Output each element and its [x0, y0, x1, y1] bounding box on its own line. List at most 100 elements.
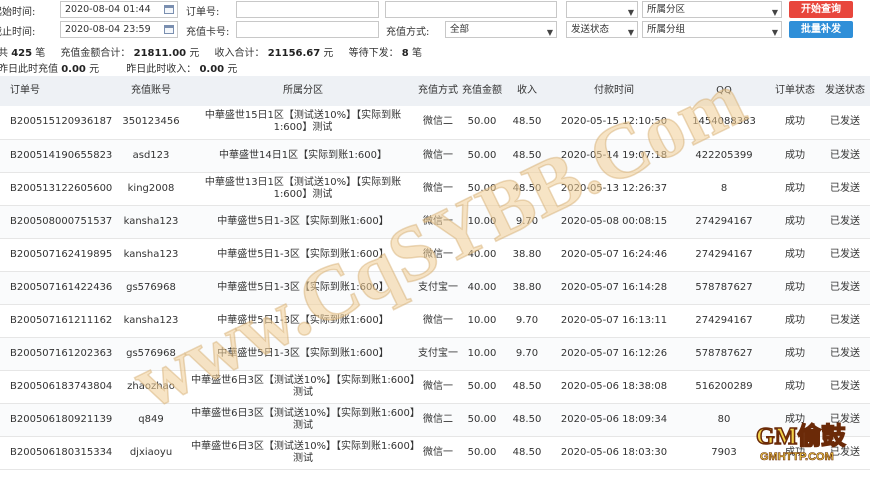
order-status-link[interactable]: 成功 [770, 304, 820, 338]
order-status-link[interactable]: 成功 [770, 205, 820, 239]
send-status-value: 发送状态 [571, 24, 610, 35]
method-cell: 微信一 [416, 370, 460, 404]
table-row[interactable]: B200515120936187 350123456 中華盛世15日1区【测试送10… [0, 106, 870, 140]
table-row[interactable]: B200513122605600 king2008 中華盛世13日1区【测试送10%… [0, 172, 870, 206]
zone-cell: 中華盛世6日3区【测试送10%】【实际到账1:600】测试 [190, 370, 416, 404]
order-status-link[interactable]: 成功 [770, 172, 820, 206]
order-status-link[interactable]: 成功 [770, 238, 820, 272]
amount-cell: 50.00 [460, 172, 504, 206]
method-cell: 支付宝一 [416, 271, 460, 305]
pay-time-cell: 2020-05-15 12:10:50 [550, 106, 678, 140]
qq-cell: 422205399 [678, 139, 770, 173]
income-cell: 48.50 [504, 106, 550, 140]
zone-cell: 中華盛世5日1-3区【实际到账1:600】 [190, 238, 416, 272]
pay-time-cell: 2020-05-06 18:38:08 [550, 370, 678, 404]
column-header: 发送状态 [820, 76, 870, 106]
account-cell: asd123 [112, 139, 190, 173]
order-status-link[interactable]: 成功 [770, 370, 820, 404]
zone-cell: 中華盛世5日1-3区【实际到账1:600】 [190, 337, 416, 371]
table-row[interactable]: B200507161422436 gs576968 中華盛世5日1-3区【实际到账1… [0, 271, 870, 305]
order-no-cell: B200513122605600 [0, 172, 112, 206]
order-no-cell: B200514190655823 [0, 139, 112, 173]
send-status-cell: 已发送 [820, 172, 870, 206]
zone-cell: 中華盛世14日1区【实际到账1:600】 [190, 139, 416, 173]
table-row[interactable]: B200507161211162 kansha123 中華盛世5日1-3区【实际到账… [0, 304, 870, 338]
amount-unit: 元 [189, 48, 200, 59]
income-cell: 38.80 [504, 271, 550, 305]
table-row[interactable]: B200506183743804 zhaozhao 中華盛世6日3区【测试送10%】… [0, 370, 870, 404]
calendar-icon[interactable] [164, 25, 174, 34]
method-cell: 微信二 [416, 106, 460, 140]
order-status-link[interactable]: 成功 [770, 139, 820, 173]
amount-cell: 10.00 [460, 304, 504, 338]
column-header: 所属分区 [190, 76, 416, 106]
zone-cell: 中華盛世6日3区【测试送10%】【实际到账1:600】测试 [190, 436, 416, 470]
total-unit: 笔 [35, 48, 46, 59]
end-time-input[interactable]: 2020-08-04 23:59 [60, 21, 178, 38]
order-no-label: 订单号: [186, 7, 220, 18]
calendar-icon[interactable] [164, 5, 174, 14]
zone-cell: 中華盛世5日1-3区【实际到账1:600】 [190, 304, 416, 338]
method-cell: 微信一 [416, 238, 460, 272]
order-no-cell: B200506180921139 [0, 403, 112, 437]
amount-cell: 50.00 [460, 403, 504, 437]
pay-time-cell: 2020-05-06 18:09:34 [550, 403, 678, 437]
income-label: 收入合计： [214, 48, 265, 59]
income-cell: 38.80 [504, 238, 550, 272]
order-status-link[interactable]: 成功 [770, 337, 820, 371]
qq-cell: 8 [678, 172, 770, 206]
send-status-cell: 已发送 [820, 139, 870, 173]
table-header-row: 订单号 充值账号 所属分区 充值方式 充值金额 收入 付款时间 QQ 订单状态 发送状态 [0, 76, 870, 106]
total-label: 共 [0, 48, 8, 59]
amount-cell: 50.00 [460, 370, 504, 404]
chevron-down-icon: ▼ [771, 8, 778, 17]
qq-cell: 274294167 [678, 238, 770, 272]
table-row[interactable]: B200514190655823 asd123 中華盛世14日1区【实际到账1:60… [0, 139, 870, 173]
chevron-down-icon: ▼ [627, 8, 634, 17]
income-cell: 48.50 [504, 139, 550, 173]
pay-time-cell: 2020-05-07 16:12:26 [550, 337, 678, 371]
order-status-link[interactable]: 成功 [770, 271, 820, 305]
start-time-input[interactable]: 2020-08-04 01:44 [60, 1, 178, 18]
table-row[interactable]: B200507161202363 gs576968 中華盛世5日1-3区【实际到账1… [0, 337, 870, 371]
method-select-value: 全部 [450, 24, 470, 35]
method-select[interactable]: 全部 ▼ [445, 21, 557, 38]
send-status-select[interactable]: 发送状态 ▼ [566, 21, 638, 38]
order-no-cell: B200506180315334 [0, 436, 112, 470]
table-row[interactable]: B200508000751537 kansha123 中華盛世5日1-3区【实际到账… [0, 205, 870, 239]
total-count: 425 [11, 48, 33, 59]
summary-line-2: 昨日此时充值 0.00 元 昨日此时收入： 0.00 元 [0, 60, 237, 75]
table-row[interactable]: B200506180921139 q849 中華盛世6日3区【测试送10%】【实际到… [0, 403, 870, 437]
pending-unit: 笔 [411, 48, 422, 59]
table-row[interactable]: B200506180315334 djxiaoyu 中華盛世6日3区【测试送10%】… [0, 436, 870, 470]
group-select-value: 所属分组 [647, 24, 686, 35]
order-status-link[interactable]: 成功 [770, 106, 820, 140]
chevron-down-icon: ▼ [627, 28, 634, 37]
account-cell: gs576968 [112, 271, 190, 305]
table-row[interactable]: B200507162419895 kansha123 中華盛世5日1-3区【实际到账… [0, 238, 870, 272]
column-header: 收入 [504, 76, 550, 106]
column-header: 付款时间 [550, 76, 678, 106]
income-cell: 48.50 [504, 403, 550, 437]
order-no-cell: B200507161211162 [0, 304, 112, 338]
batch-reissue-button[interactable]: 批量补发 [789, 21, 853, 38]
order-no-cell: B200506183743804 [0, 370, 112, 404]
filter-panel: 起始时间: 2020-08-04 01:44 订单号: ▼ 所属分区 ▼ 开始查… [0, 0, 880, 40]
card-no-input[interactable] [236, 21, 379, 38]
filter-row-1: 起始时间: 2020-08-04 01:44 订单号: ▼ 所属分区 ▼ 开始查… [0, 0, 880, 20]
group-select[interactable]: 所属分组 ▼ [642, 21, 782, 38]
table-body: B200515120936187 350123456 中華盛世15日1区【测试送10… [0, 106, 870, 470]
order-no-input[interactable] [236, 1, 379, 18]
send-status-cell: 已发送 [820, 271, 870, 305]
order-status-select[interactable]: ▼ [566, 1, 638, 18]
yday-recharge-unit: 元 [89, 64, 100, 75]
account-input[interactable] [385, 1, 557, 18]
send-status-cell: 已发送 [820, 106, 870, 140]
zone-select[interactable]: 所属分区 ▼ [642, 1, 782, 18]
column-header: 订单状态 [770, 76, 820, 106]
yday-income-value: 0.00 [199, 64, 225, 75]
amount-cell: 40.00 [460, 271, 504, 305]
zone-cell: 中華盛世6日3区【测试送10%】【实际到账1:600】测试 [190, 403, 416, 437]
start-query-button[interactable]: 开始查询 [789, 1, 853, 18]
pay-time-cell: 2020-05-14 19:07:18 [550, 139, 678, 173]
